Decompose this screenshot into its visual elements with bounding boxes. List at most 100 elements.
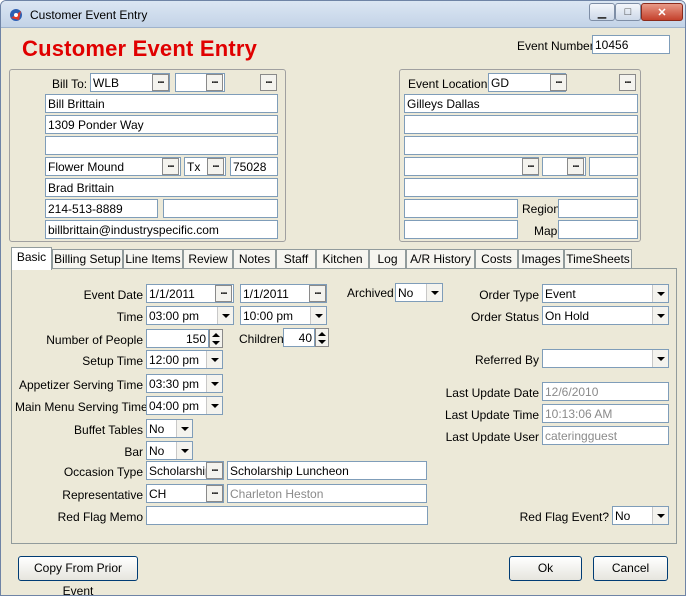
occasion-type-description-field[interactable]: Scholarship Luncheon: [227, 461, 427, 480]
bill-to-address1-field[interactable]: 1309 Ponder Way: [45, 115, 278, 134]
people-label: Number of People: [46, 333, 143, 347]
bar-dropdown[interactable]: [176, 442, 192, 459]
bill-to-name-field[interactable]: Bill Brittain: [45, 94, 278, 113]
bill-to-email-field[interactable]: billbrittain@industryspecific.com: [45, 220, 278, 239]
event-number-label: Event Number:: [517, 39, 598, 53]
chevron-down-icon: [180, 426, 189, 431]
referred-by-dropdown[interactable]: [652, 350, 668, 367]
chevron-down-icon: [210, 403, 219, 408]
tab-basic[interactable]: Basic: [11, 247, 52, 270]
bill-to-phone2-field[interactable]: [163, 199, 278, 218]
tab-billing-setup[interactable]: Billing Setup: [52, 249, 123, 269]
event-location-label: Event Location:: [408, 77, 491, 91]
tab-notes[interactable]: Notes: [233, 249, 276, 269]
event-location-city-field[interactable]: [404, 157, 539, 176]
bill-to-lookup-button[interactable]: ...: [152, 74, 169, 91]
event-location-zip-field[interactable]: [589, 157, 638, 176]
event-location-contact-field[interactable]: [404, 178, 638, 197]
tab-timesheets[interactable]: TimeSheets: [564, 249, 632, 269]
form-content: Customer Event Entry Event Number: 10456…: [5, 28, 683, 595]
copy-from-prior-event-button[interactable]: Copy From Prior Event: [18, 556, 138, 595]
tab-line-items[interactable]: Line Items: [123, 249, 183, 269]
event-location-lookup-button[interactable]: ...: [550, 74, 567, 91]
order-type-dropdown[interactable]: [652, 285, 668, 302]
buffet-tables-dropdown[interactable]: [176, 420, 192, 437]
maximize-button[interactable]: □: [615, 3, 641, 21]
minimize-button[interactable]: ▁: [589, 3, 615, 21]
bill-to-zip-field[interactable]: 75028: [230, 157, 278, 176]
tab-kitchen[interactable]: Kitchen: [316, 249, 369, 269]
tab-ar-history[interactable]: A/R History: [406, 249, 475, 269]
close-button[interactable]: ✕: [641, 3, 683, 21]
bill-to-extra-lookup-button[interactable]: ...: [206, 74, 223, 91]
event-number-field[interactable]: 10456: [592, 35, 670, 54]
bill-to-address2-field[interactable]: [45, 136, 278, 155]
setup-time-dropdown[interactable]: [206, 351, 222, 368]
cancel-button-label: Cancel: [611, 561, 650, 575]
time-end-dropdown[interactable]: [310, 307, 326, 324]
tab-costs[interactable]: Costs: [475, 249, 518, 269]
minimize-icon: ▁: [597, 6, 607, 19]
tab-review[interactable]: Review: [183, 249, 233, 269]
children-field[interactable]: 40: [283, 328, 315, 347]
last-update-user-field: cateringguest: [542, 426, 669, 445]
main-menu-time-dropdown[interactable]: [206, 397, 222, 414]
red-flag-memo-field[interactable]: [146, 506, 428, 525]
region-field[interactable]: [558, 199, 638, 218]
bill-to-city-field[interactable]: Flower Mound: [45, 157, 181, 176]
bill-to-state-lookup-button[interactable]: ...: [207, 158, 224, 175]
bill-to-label: Bill To:: [52, 77, 88, 91]
maximize-icon: □: [624, 6, 632, 18]
referred-by-select[interactable]: [542, 349, 669, 368]
people-field[interactable]: 150: [146, 329, 209, 348]
event-location-address2-field[interactable]: [404, 136, 638, 155]
close-icon: ✕: [657, 6, 667, 19]
event-location-state-lookup-button[interactable]: ...: [567, 158, 584, 175]
chevron-down-icon: [656, 356, 665, 361]
representative-name-field: Charleton Heston: [227, 484, 427, 503]
map-field[interactable]: [558, 220, 638, 239]
chevron-down-icon: [221, 313, 230, 318]
bill-to-phone-field[interactable]: 214-513-8889: [45, 199, 158, 218]
event-location-address1-field[interactable]: [404, 115, 638, 134]
appetizer-time-dropdown[interactable]: [206, 375, 222, 392]
chevron-down-icon: [210, 381, 219, 386]
event-location-city-lookup-button[interactable]: ...: [522, 158, 539, 175]
ok-button[interactable]: Ok: [509, 556, 582, 581]
children-label: Children: [239, 332, 284, 346]
event-location-more-button[interactable]: ...: [619, 74, 636, 91]
chevron-down-icon: [656, 513, 665, 518]
event-location-name-field[interactable]: Gilleys Dallas: [404, 94, 638, 113]
people-spinner[interactable]: [209, 329, 223, 348]
event-date-end-picker-button[interactable]: ...: [309, 285, 326, 302]
region-label: Region: [522, 202, 561, 216]
representative-lookup-button[interactable]: ...: [206, 485, 223, 502]
setup-time-label: Setup Time: [82, 354, 143, 368]
red-flag-event-label: Red Flag Event?: [519, 510, 609, 524]
red-flag-event-dropdown[interactable]: [652, 507, 668, 524]
bill-to-more-button[interactable]: ...: [260, 74, 277, 91]
event-location-phone-field[interactable]: [404, 199, 518, 218]
cancel-button[interactable]: Cancel: [593, 556, 668, 581]
children-spinner[interactable]: [315, 328, 329, 347]
order-type-select[interactable]: Event: [542, 284, 669, 303]
red-flag-memo-label: Red Flag Memo: [57, 510, 143, 524]
bill-to-city-lookup-button[interactable]: ...: [162, 158, 179, 175]
last-update-user-label: Last Update User: [445, 430, 539, 444]
tab-log[interactable]: Log: [369, 249, 406, 269]
chevron-down-icon: [314, 313, 323, 318]
referred-by-label: Referred By: [474, 353, 539, 367]
event-date-start-picker-button[interactable]: ...: [215, 285, 232, 302]
order-status-select[interactable]: On Hold: [542, 306, 669, 325]
order-status-dropdown[interactable]: [652, 307, 668, 324]
tab-images[interactable]: Images: [518, 249, 564, 269]
tab-staff[interactable]: Staff: [276, 249, 316, 269]
last-update-time-label: Last Update Time: [444, 408, 539, 422]
bill-to-contact-field[interactable]: Brad Brittain: [45, 178, 278, 197]
title-bar[interactable]: Customer Event Entry ▁ □ ✕: [1, 1, 685, 28]
event-location-extra-field[interactable]: [404, 220, 518, 239]
representative-label: Representative: [62, 488, 143, 502]
occasion-type-lookup-button[interactable]: ...: [206, 462, 223, 479]
time-start-dropdown[interactable]: [217, 307, 233, 324]
ok-button-label: Ok: [537, 561, 554, 575]
